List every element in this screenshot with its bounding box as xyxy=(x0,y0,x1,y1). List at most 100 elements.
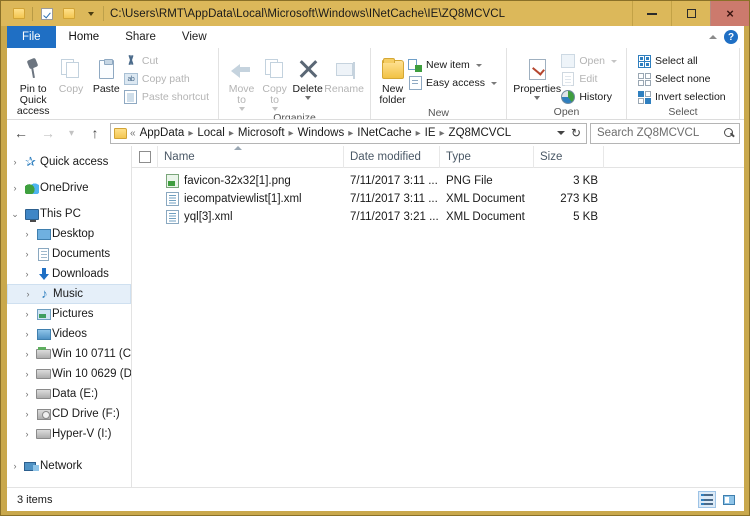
select-all-checkbox-header[interactable] xyxy=(132,146,158,168)
paste-shortcut-button[interactable]: Paste shortcut xyxy=(124,89,212,105)
row-checkbox[interactable] xyxy=(132,208,158,226)
copy-to-button[interactable]: Copy to xyxy=(258,51,291,111)
maximize-button[interactable] xyxy=(671,1,710,26)
copy-path-button[interactable]: ab Copy path xyxy=(123,71,212,87)
expander-icon[interactable]: › xyxy=(19,229,35,239)
expander-icon[interactable]: › xyxy=(19,369,35,379)
open-button[interactable]: Open xyxy=(561,53,620,69)
expander-icon[interactable]: › xyxy=(19,309,35,319)
pin-to-quick-access-button[interactable]: Pin to Quick access xyxy=(13,51,53,117)
delete-button[interactable]: Delete xyxy=(291,51,324,100)
column-header-name[interactable]: Name xyxy=(158,146,344,168)
expander-icon[interactable]: › xyxy=(7,157,23,167)
select-all-button[interactable]: Select all xyxy=(637,53,729,69)
file-name-cell[interactable]: iecompatviewlist[1].xml xyxy=(158,190,344,208)
sidebar-item-videos[interactable]: › Videos xyxy=(7,324,131,344)
large-icons-view-button[interactable] xyxy=(720,491,738,508)
sidebar-item-documents[interactable]: › Documents xyxy=(7,244,131,264)
expander-icon[interactable]: › xyxy=(19,429,35,439)
breadcrumb-item-microsoft[interactable]: Microsoft xyxy=(235,127,288,139)
history-button[interactable]: History xyxy=(561,89,620,105)
select-none-button[interactable]: Select none xyxy=(637,71,729,87)
breadcrumb-item-ie[interactable]: IE xyxy=(422,127,439,139)
expander-icon[interactable]: ⌄ xyxy=(7,209,23,220)
sidebar-item-hyper-v-i[interactable]: › Hyper-V (I:) xyxy=(7,424,131,444)
tab-home[interactable]: Home xyxy=(55,26,113,48)
table-row[interactable]: iecompatviewlist[1].xml 7/11/2017 3:11 .… xyxy=(132,190,744,208)
qat-properties-button[interactable] xyxy=(8,3,29,24)
easy-access-button[interactable]: Easy access xyxy=(408,75,500,91)
sidebar-item-win-10-0711-c[interactable]: › Win 10 0711 (C:) xyxy=(7,344,131,364)
qat-folder-button[interactable] xyxy=(58,3,79,24)
refresh-icon[interactable]: ↻ xyxy=(571,126,581,140)
sidebar-item-desktop[interactable]: › Desktop xyxy=(7,224,131,244)
sidebar-item-cd-drive-f[interactable]: › CD Drive (F:) xyxy=(7,404,131,424)
help-icon[interactable]: ? xyxy=(724,30,738,44)
sidebar-item-onedrive[interactable]: › OneDrive xyxy=(7,178,131,198)
edit-button[interactable]: Edit xyxy=(561,71,620,87)
breadcrumb-separator[interactable]: ▸ xyxy=(228,128,235,139)
move-to-button[interactable]: Move to xyxy=(225,51,258,111)
row-checkbox[interactable] xyxy=(132,190,158,208)
expander-icon[interactable]: › xyxy=(19,269,35,279)
sidebar-item-network[interactable]: › Network xyxy=(7,456,131,476)
minimize-button[interactable] xyxy=(632,1,671,26)
expander-icon[interactable]: › xyxy=(19,249,35,259)
column-header-date-modified[interactable]: Date modified xyxy=(344,146,440,168)
column-header-size[interactable]: Size xyxy=(534,146,604,168)
table-row[interactable]: yql[3].xml 7/11/2017 3:21 ... XML Docume… xyxy=(132,208,744,226)
row-checkbox[interactable] xyxy=(132,172,158,190)
breadcrumb-item-inetcache[interactable]: INetCache xyxy=(354,127,414,139)
chevron-up-icon[interactable] xyxy=(709,35,717,39)
close-button[interactable]: × xyxy=(710,1,749,26)
address-bar[interactable]: « AppData ▸ Local ▸ Microsoft ▸ Windows … xyxy=(110,122,587,144)
paste-button[interactable]: Paste xyxy=(89,51,124,95)
breadcrumb-overflow[interactable]: « xyxy=(129,128,137,139)
sidebar-item-win-10-0629-d[interactable]: › Win 10 0629 (D:) xyxy=(7,364,132,384)
breadcrumb-item-local[interactable]: Local xyxy=(194,127,228,139)
up-button[interactable]: ↑ xyxy=(83,122,107,144)
recent-locations-button[interactable]: ▾ xyxy=(63,122,80,144)
expander-icon[interactable]: › xyxy=(19,329,35,339)
new-folder-button[interactable]: New folder xyxy=(377,51,408,106)
expander-icon[interactable]: › xyxy=(19,349,35,359)
sidebar-item-music[interactable]: › ♪ Music xyxy=(7,284,131,304)
sidebar-item-downloads[interactable]: › Downloads xyxy=(7,264,131,284)
breadcrumb-item-appdata[interactable]: AppData xyxy=(137,127,188,139)
table-row[interactable]: favicon-32x32[1].png 7/11/2017 3:11 ... … xyxy=(132,172,744,190)
sidebar-item-pictures[interactable]: › Pictures xyxy=(7,304,131,324)
expander-icon[interactable]: › xyxy=(7,461,23,471)
expander-icon[interactable]: › xyxy=(19,409,35,419)
properties-button[interactable]: Properties xyxy=(513,51,561,100)
cut-button[interactable]: Cut xyxy=(124,53,212,69)
breadcrumb-separator[interactable]: ▸ xyxy=(187,128,194,139)
tab-file[interactable]: File xyxy=(7,26,56,48)
details-view-button[interactable] xyxy=(698,491,716,508)
new-item-button[interactable]: New item xyxy=(408,57,500,73)
breadcrumb-separator[interactable]: ▸ xyxy=(439,128,446,139)
checkbox-icon[interactable] xyxy=(138,150,151,163)
breadcrumb-separator[interactable]: ▸ xyxy=(347,128,354,139)
forward-button[interactable]: → xyxy=(36,122,60,144)
invert-selection-button[interactable]: Invert selection xyxy=(637,89,729,105)
breadcrumb-separator[interactable]: ▸ xyxy=(415,128,422,139)
chevron-down-icon[interactable] xyxy=(556,131,565,135)
qat-customize-button[interactable] xyxy=(80,3,101,24)
file-name-cell[interactable]: yql[3].xml xyxy=(158,208,344,226)
expander-icon[interactable]: › xyxy=(20,289,36,299)
back-button[interactable]: ← xyxy=(9,122,33,144)
tab-share[interactable]: Share xyxy=(112,26,169,48)
sidebar-item-quick-access[interactable]: › ✰ Quick access xyxy=(7,152,131,172)
qat-new-folder-button[interactable] xyxy=(36,3,57,24)
search-input[interactable]: Search ZQ8MCVCL xyxy=(590,122,740,144)
rename-button[interactable]: Rename xyxy=(324,51,364,95)
sidebar-item-this-pc[interactable]: ⌄ This PC xyxy=(7,204,131,224)
file-name-cell[interactable]: favicon-32x32[1].png xyxy=(158,172,344,190)
tab-view[interactable]: View xyxy=(169,26,220,48)
sidebar-item-data-e[interactable]: › Data (E:) xyxy=(7,384,131,404)
expander-icon[interactable]: › xyxy=(7,183,23,193)
breadcrumb-separator[interactable]: ▸ xyxy=(288,128,295,139)
breadcrumb-item-zq8mcvcl[interactable]: ZQ8MCVCL xyxy=(446,127,515,139)
copy-button[interactable]: Copy xyxy=(53,51,88,95)
breadcrumb-item-windows[interactable]: Windows xyxy=(295,127,348,139)
